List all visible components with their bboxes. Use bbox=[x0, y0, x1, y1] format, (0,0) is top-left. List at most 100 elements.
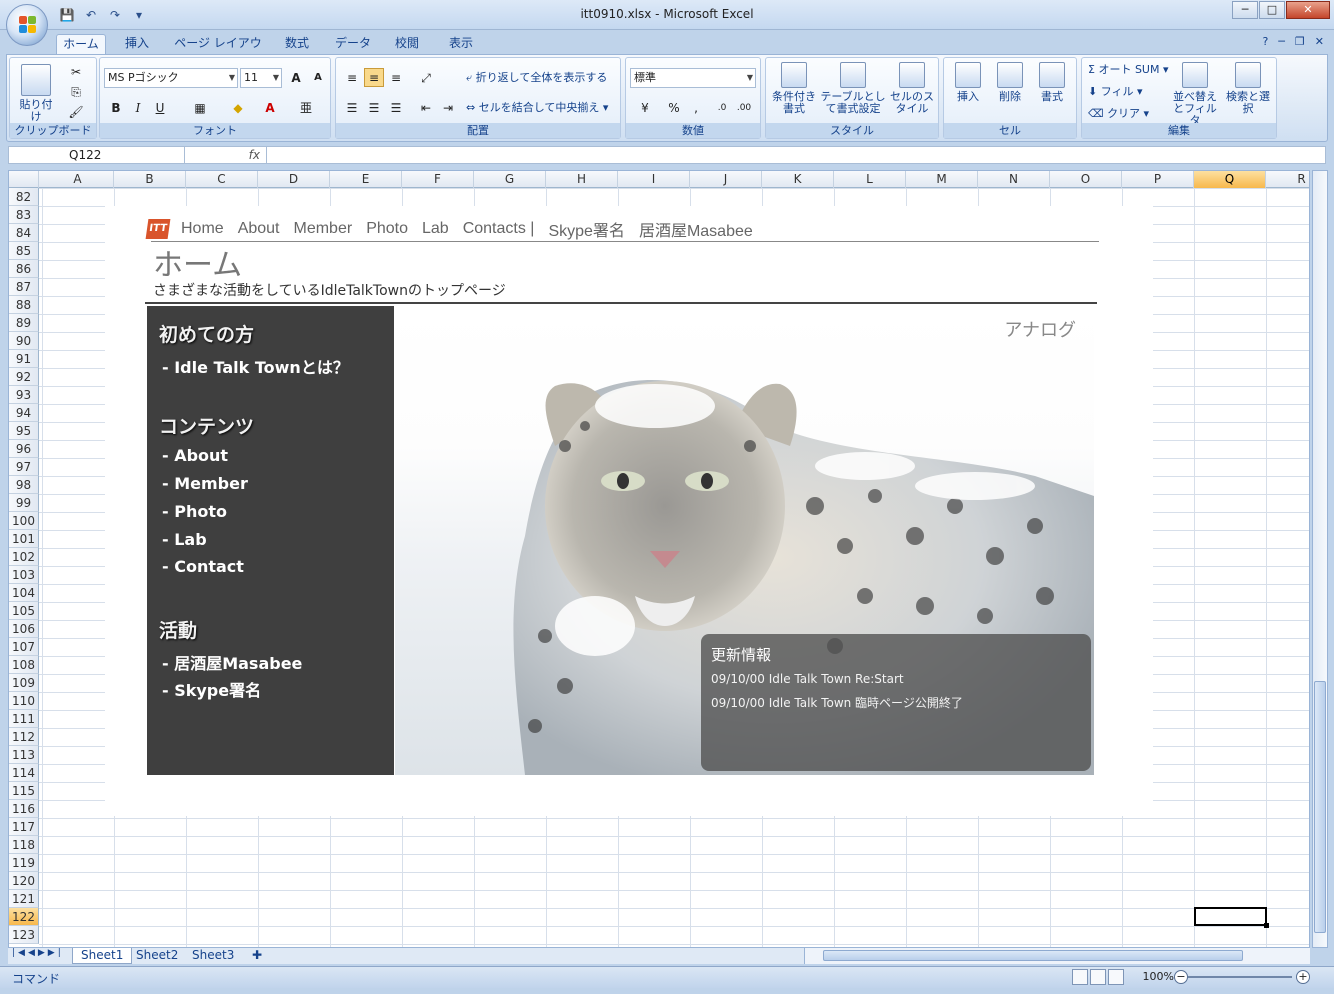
row-header-85[interactable]: 85 bbox=[9, 242, 39, 260]
bold-button[interactable]: B bbox=[106, 98, 126, 117]
column-header-a[interactable]: A bbox=[42, 171, 114, 188]
insert-sheet-icon[interactable]: ✚ bbox=[244, 948, 270, 964]
fill-button[interactable]: ⬇ フィル ▾ bbox=[1088, 86, 1143, 98]
row-header-109[interactable]: 109 bbox=[9, 674, 39, 692]
row-header-92[interactable]: 92 bbox=[9, 368, 39, 386]
format-cells-button[interactable]: 書式 bbox=[1032, 62, 1072, 103]
decrease-indent-icon[interactable]: ⇤ bbox=[416, 98, 436, 117]
ribbon-restore-icon[interactable]: ❐ bbox=[1295, 35, 1305, 48]
column-header-b[interactable]: B bbox=[114, 171, 186, 188]
align-bottom-icon[interactable]: ≡ bbox=[386, 68, 406, 87]
row-header-103[interactable]: 103 bbox=[9, 566, 39, 584]
row-header-101[interactable]: 101 bbox=[9, 530, 39, 548]
row-header-96[interactable]: 96 bbox=[9, 440, 39, 458]
copy-icon[interactable]: ⎘ bbox=[66, 82, 86, 101]
horizontal-scrollbar[interactable] bbox=[804, 948, 1310, 964]
sheet-tab-3[interactable]: Sheet3 bbox=[184, 948, 242, 964]
grow-font-icon[interactable]: A bbox=[286, 68, 306, 87]
column-header-q[interactable]: Q bbox=[1194, 171, 1266, 188]
vertical-scrollbar[interactable] bbox=[1312, 170, 1328, 948]
help-icon[interactable]: ? bbox=[1262, 35, 1268, 48]
sheet-nav-arrows-icon[interactable]: |◀◀▶▶| bbox=[12, 948, 64, 958]
row-header-108[interactable]: 108 bbox=[9, 656, 39, 674]
row-header-82[interactable]: 82 bbox=[9, 188, 39, 206]
clear-button[interactable]: ⌫ クリア ▾ bbox=[1088, 108, 1149, 120]
selected-cell-q122[interactable] bbox=[1194, 907, 1269, 928]
find-select-button[interactable]: 検索と選択 bbox=[1226, 62, 1270, 115]
cell-styles-button[interactable]: セルのスタイル bbox=[888, 62, 936, 115]
select-all-corner[interactable] bbox=[9, 171, 39, 188]
sheet-tab-1[interactable]: Sheet1 bbox=[72, 948, 133, 964]
underline-button[interactable]: U bbox=[150, 98, 170, 117]
fill-color-icon[interactable]: ◆ bbox=[228, 98, 248, 117]
increase-indent-icon[interactable]: ⇥ bbox=[438, 98, 458, 117]
shrink-font-icon[interactable]: A bbox=[308, 68, 328, 87]
column-header-m[interactable]: M bbox=[906, 171, 978, 188]
row-header-115[interactable]: 115 bbox=[9, 782, 39, 800]
row-header-88[interactable]: 88 bbox=[9, 296, 39, 314]
maximize-button[interactable]: □ bbox=[1259, 1, 1285, 19]
column-header-l[interactable]: L bbox=[834, 171, 906, 188]
zoom-level[interactable]: 100% bbox=[1143, 970, 1174, 983]
row-header-110[interactable]: 110 bbox=[9, 692, 39, 710]
column-header-g[interactable]: G bbox=[474, 171, 546, 188]
row-header-102[interactable]: 102 bbox=[9, 548, 39, 566]
row-header-123[interactable]: 123 bbox=[9, 926, 39, 944]
font-name-select[interactable]: MS Pゴシック ▼ bbox=[104, 68, 238, 88]
row-header-99[interactable]: 99 bbox=[9, 494, 39, 512]
ribbon-close-icon[interactable]: ✕ bbox=[1315, 35, 1324, 48]
insert-cells-button[interactable]: 挿入 bbox=[948, 62, 988, 103]
column-header-e[interactable]: E bbox=[330, 171, 402, 188]
row-header-104[interactable]: 104 bbox=[9, 584, 39, 602]
zoom-slider[interactable] bbox=[1188, 976, 1292, 978]
column-header-f[interactable]: F bbox=[402, 171, 474, 188]
cut-icon[interactable]: ✂ bbox=[66, 62, 86, 81]
row-header-98[interactable]: 98 bbox=[9, 476, 39, 494]
decrease-decimal-icon[interactable]: .00 bbox=[734, 98, 754, 117]
row-header-86[interactable]: 86 bbox=[9, 260, 39, 278]
row-header-118[interactable]: 118 bbox=[9, 836, 39, 854]
phonetic-icon[interactable]: 亜 bbox=[296, 98, 316, 117]
align-middle-icon[interactable]: ≡ bbox=[364, 68, 384, 87]
autosum-button[interactable]: Σ オート SUM ▾ bbox=[1088, 64, 1169, 76]
column-header-n[interactable]: N bbox=[978, 171, 1050, 188]
tab-home[interactable]: ホーム bbox=[56, 34, 106, 54]
column-header-o[interactable]: O bbox=[1050, 171, 1122, 188]
column-header-h[interactable]: H bbox=[546, 171, 618, 188]
close-button[interactable]: ✕ bbox=[1286, 1, 1330, 19]
worksheet[interactable]: ABCDEFGHIJKLMNOPQR 82 83 84 85 86 87 88 89 90 91 9… bbox=[8, 170, 1310, 948]
conditional-format-button[interactable]: 条件付き書式 bbox=[768, 62, 820, 115]
row-header-120[interactable]: 120 bbox=[9, 872, 39, 890]
row-header-105[interactable]: 105 bbox=[9, 602, 39, 620]
tab-review[interactable]: 校閲 bbox=[386, 34, 428, 54]
align-top-icon[interactable]: ≡ bbox=[342, 68, 362, 87]
page-layout-view-icon[interactable] bbox=[1090, 969, 1106, 985]
column-header-d[interactable]: D bbox=[258, 171, 330, 188]
merge-center-button[interactable]: ⇔ セルを結合して中央揃え ▾ bbox=[466, 102, 608, 114]
tab-formulas[interactable]: 数式 bbox=[276, 34, 318, 54]
row-header-112[interactable]: 112 bbox=[9, 728, 39, 746]
column-header-c[interactable]: C bbox=[186, 171, 258, 188]
name-box[interactable]: Q122 bbox=[9, 147, 185, 163]
row-header-117[interactable]: 117 bbox=[9, 818, 39, 836]
percent-icon[interactable]: % bbox=[664, 98, 684, 117]
row-header-90[interactable]: 90 bbox=[9, 332, 39, 350]
row-header-93[interactable]: 93 bbox=[9, 386, 39, 404]
minimize-button[interactable]: ─ bbox=[1232, 1, 1258, 19]
row-header-107[interactable]: 107 bbox=[9, 638, 39, 656]
align-left-icon[interactable]: ☰ bbox=[342, 98, 362, 117]
row-header-94[interactable]: 94 bbox=[9, 404, 39, 422]
orientation-icon[interactable]: ⤢ bbox=[416, 68, 436, 87]
tab-view[interactable]: 表示 bbox=[440, 34, 482, 54]
cell-grid[interactable]: ITT Home About Member Photo Lab Contacts… bbox=[39, 188, 1309, 947]
sheet-tab-2[interactable]: Sheet2 bbox=[128, 948, 186, 964]
tab-insert[interactable]: 挿入 bbox=[116, 34, 158, 54]
wrap-text-button[interactable]: ⤶ 折り返して全体を表示する bbox=[466, 72, 607, 84]
normal-view-icon[interactable] bbox=[1072, 969, 1088, 985]
currency-icon[interactable]: ¥ bbox=[632, 98, 658, 117]
align-right-icon[interactable]: ☰ bbox=[386, 98, 406, 117]
office-button[interactable] bbox=[6, 4, 48, 46]
row-header-106[interactable]: 106 bbox=[9, 620, 39, 638]
tab-page-layout[interactable]: ページ レイアウト bbox=[170, 34, 266, 68]
row-header-91[interactable]: 91 bbox=[9, 350, 39, 368]
